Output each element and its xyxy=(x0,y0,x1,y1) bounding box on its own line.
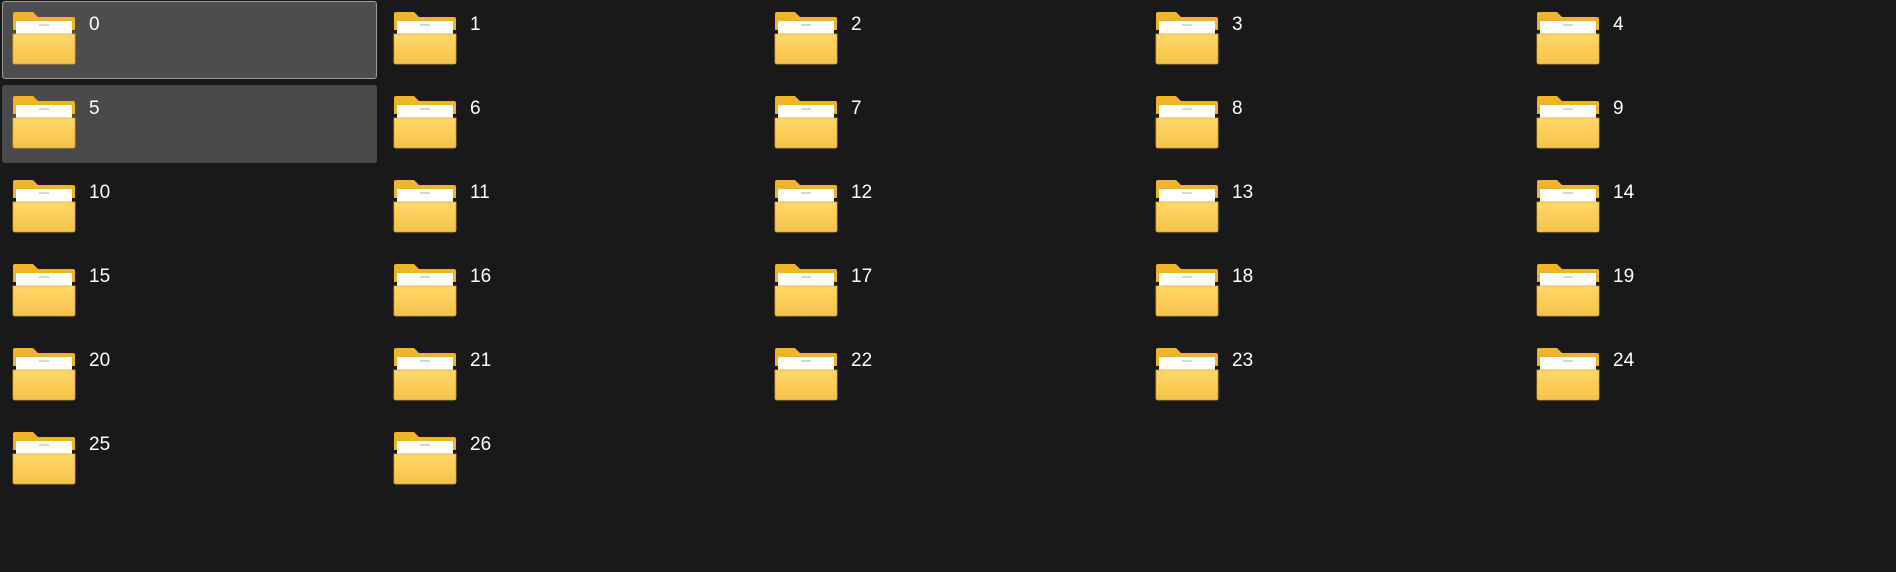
folder-with-chart-preview-icon xyxy=(392,94,458,150)
folder-item[interactable]: 8 xyxy=(1145,85,1520,163)
folder-with-chart-preview-icon xyxy=(1154,178,1220,234)
folder-grid: 0 1 2 3 4 5 6 7 8 9 10 11 12 13 14 15 16 17 18 19 20 21 22 23 24… xyxy=(0,0,1896,572)
folder-item[interactable]: 16 xyxy=(383,253,758,331)
folder-name-label: 10 xyxy=(89,182,111,203)
folder-with-chart-preview-icon xyxy=(1535,178,1601,234)
folder-name-label: 13 xyxy=(1232,182,1254,203)
folder-with-chart-preview-icon xyxy=(392,262,458,318)
folder-item[interactable]: 9 xyxy=(1526,85,1896,163)
folder-item[interactable]: 23 xyxy=(1145,337,1520,415)
folder-name-label: 6 xyxy=(470,98,481,119)
folder-item[interactable]: 4 xyxy=(1526,1,1896,79)
folder-name-label: 5 xyxy=(89,98,100,119)
folder-item[interactable]: 19 xyxy=(1526,253,1896,331)
folder-item[interactable]: 18 xyxy=(1145,253,1520,331)
folder-with-chart-preview-icon xyxy=(773,94,839,150)
folder-name-label: 11 xyxy=(470,182,490,203)
folder-with-chart-preview-icon xyxy=(392,178,458,234)
folder-item[interactable]: 14 xyxy=(1526,169,1896,247)
folder-name-label: 8 xyxy=(1232,98,1243,119)
folder-name-label: 4 xyxy=(1613,14,1624,35)
folder-with-chart-preview-icon xyxy=(1154,10,1220,66)
folder-name-label: 7 xyxy=(851,98,862,119)
folder-item[interactable]: 1 xyxy=(383,1,758,79)
folder-name-label: 19 xyxy=(1613,266,1635,287)
folder-with-chart-preview-icon xyxy=(1535,346,1601,402)
folder-name-label: 18 xyxy=(1232,266,1254,287)
folder-with-chart-preview-icon xyxy=(1154,262,1220,318)
folder-item[interactable]: 0 xyxy=(2,1,377,79)
folder-name-label: 12 xyxy=(851,182,873,203)
folder-with-chart-preview-icon xyxy=(1535,262,1601,318)
folder-with-chart-preview-icon xyxy=(773,346,839,402)
folder-with-chart-preview-icon xyxy=(11,10,77,66)
folder-item[interactable]: 13 xyxy=(1145,169,1520,247)
folder-item[interactable]: 24 xyxy=(1526,337,1896,415)
folder-item[interactable]: 15 xyxy=(2,253,377,331)
folder-with-chart-preview-icon xyxy=(773,262,839,318)
folder-name-label: 9 xyxy=(1613,98,1624,119)
folder-item[interactable]: 21 xyxy=(383,337,758,415)
folder-with-chart-preview-icon xyxy=(392,346,458,402)
folder-name-label: 21 xyxy=(470,350,492,371)
folder-name-label: 16 xyxy=(470,266,492,287)
folder-item[interactable]: 6 xyxy=(383,85,758,163)
folder-item[interactable]: 3 xyxy=(1145,1,1520,79)
folder-item[interactable]: 17 xyxy=(764,253,1139,331)
folder-with-chart-preview-icon xyxy=(11,94,77,150)
folder-item[interactable]: 12 xyxy=(764,169,1139,247)
folder-item[interactable]: 5 xyxy=(2,85,377,163)
folder-with-chart-preview-icon xyxy=(1535,10,1601,66)
folder-name-label: 26 xyxy=(470,434,492,455)
folder-item[interactable]: 11 xyxy=(383,169,758,247)
folder-with-chart-preview-icon xyxy=(11,346,77,402)
folder-item[interactable]: 25 xyxy=(2,421,377,499)
folder-with-chart-preview-icon xyxy=(11,178,77,234)
folder-name-label: 25 xyxy=(89,434,111,455)
folder-name-label: 20 xyxy=(89,350,111,371)
folder-with-chart-preview-icon xyxy=(1154,94,1220,150)
folder-name-label: 3 xyxy=(1232,14,1243,35)
folder-name-label: 1 xyxy=(470,14,481,35)
folder-item[interactable]: 22 xyxy=(764,337,1139,415)
folder-with-chart-preview-icon xyxy=(1535,94,1601,150)
folder-with-chart-preview-icon xyxy=(11,262,77,318)
folder-item[interactable]: 20 xyxy=(2,337,377,415)
folder-item[interactable]: 2 xyxy=(764,1,1139,79)
folder-name-label: 24 xyxy=(1613,350,1635,371)
folder-name-label: 22 xyxy=(851,350,873,371)
folder-name-label: 14 xyxy=(1613,182,1635,203)
folder-name-label: 2 xyxy=(851,14,862,35)
folder-with-chart-preview-icon xyxy=(1154,346,1220,402)
folder-name-label: 23 xyxy=(1232,350,1254,371)
folder-item[interactable]: 10 xyxy=(2,169,377,247)
folder-with-chart-preview-icon xyxy=(773,178,839,234)
folder-name-label: 0 xyxy=(89,14,100,35)
folder-item[interactable]: 26 xyxy=(383,421,758,499)
folder-name-label: 17 xyxy=(851,266,873,287)
folder-with-chart-preview-icon xyxy=(773,10,839,66)
folder-item[interactable]: 7 xyxy=(764,85,1139,163)
folder-with-chart-preview-icon xyxy=(392,10,458,66)
folder-name-label: 15 xyxy=(89,266,111,287)
folder-with-chart-preview-icon xyxy=(11,430,77,486)
folder-with-chart-preview-icon xyxy=(392,430,458,486)
